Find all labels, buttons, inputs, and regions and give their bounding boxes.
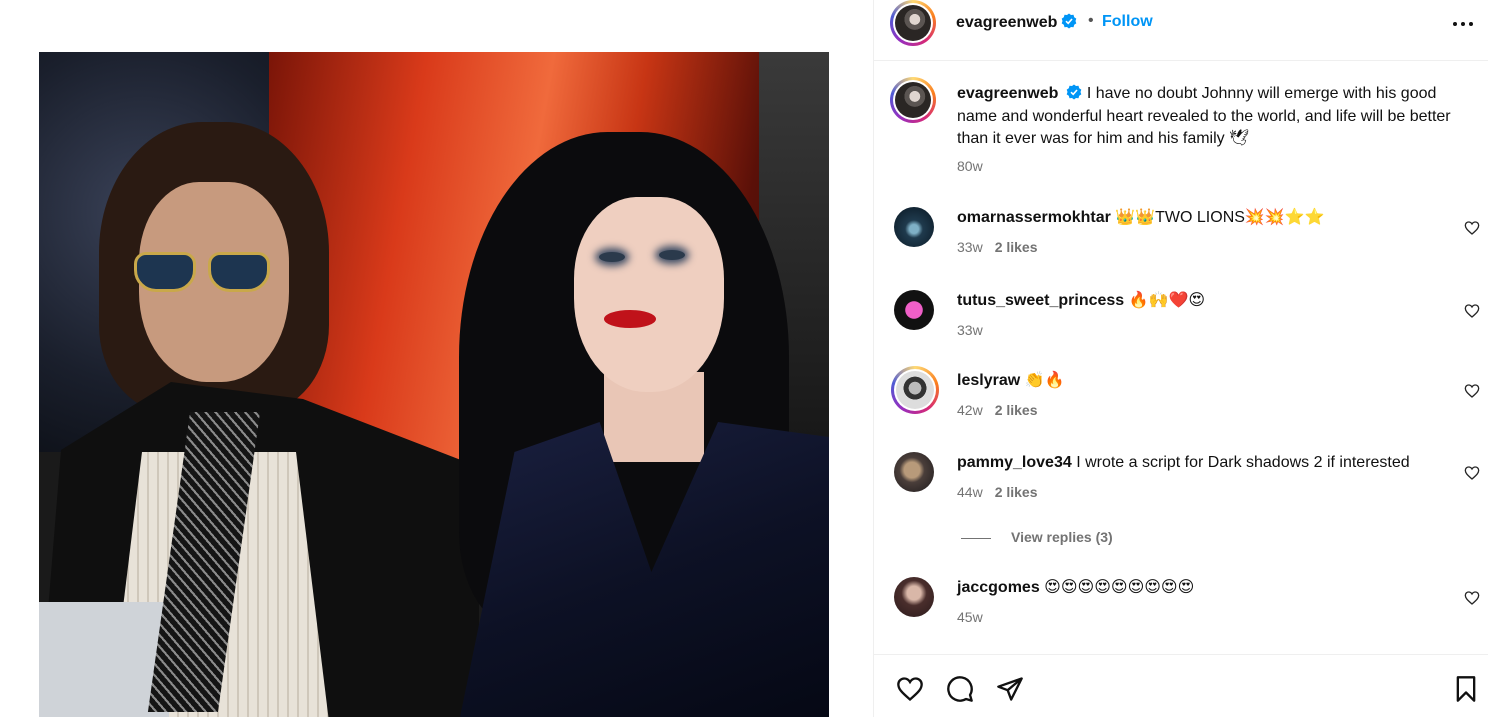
more-icon[interactable] bbox=[1451, 14, 1475, 34]
commenter-avatar[interactable] bbox=[894, 207, 934, 247]
share-icon[interactable] bbox=[996, 675, 1024, 703]
view-replies-button[interactable]: View replies (3) bbox=[961, 529, 1113, 545]
view-replies-label: View replies (3) bbox=[1011, 529, 1113, 545]
caption-avatar[interactable] bbox=[895, 82, 931, 118]
like-comment-heart-icon[interactable] bbox=[1464, 465, 1480, 481]
commenter-story-ring[interactable] bbox=[891, 366, 939, 414]
post-caption: evagreenweb I have no doubt Johnny will … bbox=[957, 83, 1467, 151]
comment-meta: 45w bbox=[957, 609, 983, 625]
verified-icon bbox=[1062, 13, 1077, 29]
woman-lips bbox=[604, 310, 656, 328]
comment-time[interactable]: 33w bbox=[957, 322, 983, 338]
comment-likes[interactable]: 2 likes bbox=[995, 484, 1038, 500]
comment-username[interactable]: omarnassermokhtar bbox=[957, 209, 1111, 226]
separator-dot: • bbox=[1088, 12, 1094, 29]
comment-meta: 33w 2 likes bbox=[957, 239, 1038, 255]
comment-body: leslyraw 👏🔥 bbox=[957, 370, 1447, 392]
comment-time[interactable]: 45w bbox=[957, 609, 983, 625]
like-comment-heart-icon[interactable] bbox=[1464, 220, 1480, 236]
post-header: evagreenweb • Follow bbox=[874, 0, 1488, 61]
comment-username[interactable]: tutus_sweet_princess bbox=[957, 292, 1124, 309]
like-comment-heart-icon[interactable] bbox=[1464, 383, 1480, 399]
bookmark-icon[interactable] bbox=[1452, 675, 1480, 703]
comment-item: tutus_sweet_princess 🔥🙌❤️😍 33w bbox=[874, 290, 1488, 360]
media-panel bbox=[0, 0, 873, 717]
caption-username[interactable]: evagreenweb bbox=[957, 85, 1058, 102]
verified-icon bbox=[1067, 84, 1082, 100]
comment-time[interactable]: 33w bbox=[957, 239, 983, 255]
comment-time[interactable]: 42w bbox=[957, 402, 983, 418]
avatar[interactable] bbox=[895, 5, 931, 41]
caption-story-ring[interactable] bbox=[890, 77, 936, 123]
comment-body: jaccgomes 😍😍😍😍😍😍😍😍😍 bbox=[957, 577, 1447, 599]
comment-text: 🔥🙌❤️😍 bbox=[1128, 292, 1206, 309]
comment-time[interactable]: 44w bbox=[957, 484, 983, 500]
comment-item: omarnassermokhtar 👑👑TWO LIONS💥💥⭐⭐ 33w 2 l… bbox=[874, 207, 1488, 277]
commenter-avatar[interactable] bbox=[894, 577, 934, 617]
caption-timestamp[interactable]: 80w bbox=[957, 158, 983, 174]
post-photo[interactable] bbox=[39, 52, 829, 717]
comment-text: 👏🔥 bbox=[1024, 372, 1065, 389]
comment-username[interactable]: leslyraw bbox=[957, 372, 1020, 389]
woman-face bbox=[574, 197, 724, 392]
author-name-row: evagreenweb bbox=[956, 13, 1077, 32]
woman-eye-right bbox=[659, 250, 685, 260]
sunglasses bbox=[134, 252, 274, 294]
commenter-avatar[interactable] bbox=[894, 290, 934, 330]
comment-username[interactable]: pammy_love34 bbox=[957, 454, 1072, 471]
post-sidebar: evagreenweb • Follow evagreenweb I have … bbox=[873, 0, 1488, 717]
comment-likes[interactable]: 2 likes bbox=[995, 402, 1038, 418]
author-username[interactable]: evagreenweb bbox=[956, 14, 1057, 31]
comment-item: leslyraw 👏🔥 42w 2 likes bbox=[874, 366, 1488, 440]
woman-eye-left bbox=[599, 252, 625, 262]
comment-text: I wrote a script for Dark shadows 2 if i… bbox=[1076, 454, 1410, 471]
comment-likes[interactable]: 2 likes bbox=[995, 239, 1038, 255]
comment-meta: 44w 2 likes bbox=[957, 484, 1038, 500]
view-replies-line bbox=[961, 537, 991, 539]
commenter-avatar[interactable] bbox=[894, 452, 934, 492]
comment-text: 😍😍😍😍😍😍😍😍😍 bbox=[1044, 579, 1195, 596]
post-actions-bar bbox=[874, 654, 1488, 718]
comment-body: omarnassermokhtar 👑👑TWO LIONS💥💥⭐⭐ bbox=[957, 207, 1447, 229]
comment-icon[interactable] bbox=[946, 675, 974, 703]
comment-meta: 42w 2 likes bbox=[957, 402, 1038, 418]
comment-body: tutus_sweet_princess 🔥🙌❤️😍 bbox=[957, 290, 1447, 312]
comment-body: pammy_love34 I wrote a script for Dark s… bbox=[957, 452, 1447, 474]
comment-meta: 33w bbox=[957, 322, 983, 338]
comment-item: pammy_love34 I wrote a script for Dark s… bbox=[874, 452, 1488, 522]
like-comment-heart-icon[interactable] bbox=[1464, 590, 1480, 606]
comment-username[interactable]: jaccgomes bbox=[957, 579, 1040, 596]
commenter-avatar[interactable] bbox=[896, 371, 934, 409]
like-comment-heart-icon[interactable] bbox=[1464, 303, 1480, 319]
story-ring[interactable] bbox=[890, 0, 936, 46]
heart-icon[interactable] bbox=[896, 675, 924, 703]
comment-text: 👑👑TWO LIONS💥💥⭐⭐ bbox=[1115, 209, 1325, 226]
comment-item: jaccgomes 😍😍😍😍😍😍😍😍😍 45w bbox=[874, 577, 1488, 647]
follow-button[interactable]: Follow bbox=[1102, 13, 1153, 31]
